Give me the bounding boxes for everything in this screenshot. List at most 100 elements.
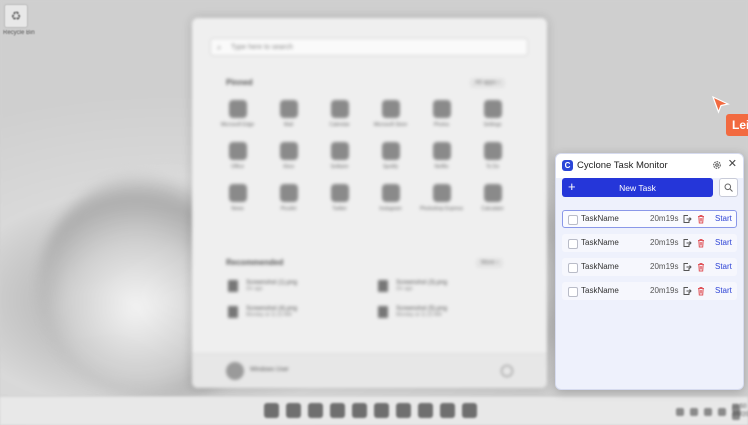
recommended-heading: Recommended bbox=[226, 258, 284, 267]
app-tile[interactable]: Microsoft Edge bbox=[212, 100, 263, 128]
export-icon[interactable] bbox=[682, 238, 692, 248]
chevron-up-icon[interactable] bbox=[676, 408, 684, 416]
system-tray: 11:50 AM 1/1/2024 bbox=[676, 404, 748, 420]
wifi-icon[interactable] bbox=[690, 408, 698, 416]
task-name: TaskName bbox=[581, 262, 619, 271]
task-checkbox[interactable] bbox=[568, 239, 578, 249]
file-explorer-icon[interactable] bbox=[374, 403, 389, 418]
app-tile[interactable]: News bbox=[212, 184, 263, 212]
app-tile[interactable]: Solitaire bbox=[314, 142, 365, 170]
app-icon bbox=[381, 184, 400, 202]
app-icon bbox=[432, 142, 451, 160]
recycle-bin-icon[interactable]: ♻ bbox=[4, 4, 28, 28]
app-icon bbox=[483, 100, 502, 118]
app-icon bbox=[432, 100, 451, 118]
app-icon bbox=[483, 184, 502, 202]
start-search-input[interactable]: ⌕ Type here to search bbox=[210, 38, 528, 56]
app-tile[interactable]: Instagram bbox=[365, 184, 416, 212]
recycle-bin-label: Recycle Bin bbox=[3, 30, 35, 36]
recommended-list: Screenshot (1).png 2m ago Screenshot (3).… bbox=[228, 280, 528, 318]
start-menu-footer: Windows User bbox=[192, 353, 547, 388]
mail-icon[interactable] bbox=[418, 403, 433, 418]
task-row[interactable]: TaskName 20m19s Start bbox=[562, 282, 737, 300]
close-icon[interactable]: ✕ bbox=[728, 159, 737, 170]
task-checkbox[interactable] bbox=[568, 287, 578, 297]
trash-icon[interactable] bbox=[696, 262, 706, 272]
avatar[interactable] bbox=[226, 362, 244, 380]
task-row[interactable]: TaskName 20m19s Start bbox=[562, 258, 737, 276]
app-tile[interactable]: Photos bbox=[416, 100, 467, 128]
app-tile[interactable]: Spotify bbox=[365, 142, 416, 170]
clock-time: 11:50 AM bbox=[732, 404, 747, 417]
taskbar-clock[interactable]: 11:50 AM 1/1/2024 bbox=[732, 404, 748, 420]
panel-header: C Cyclone Task Monitor ✕ bbox=[556, 154, 743, 178]
new-task-button[interactable]: + New Task bbox=[562, 178, 713, 197]
app-tile[interactable]: Mail bbox=[263, 100, 314, 128]
app-tile[interactable]: Microsoft Store bbox=[365, 100, 416, 128]
app-tile[interactable]: Netflix bbox=[416, 142, 467, 170]
task-row[interactable]: TaskName 20m19s Start bbox=[562, 234, 737, 252]
side-tag[interactable]: Lei bbox=[726, 114, 748, 136]
app-tile[interactable]: Twitter bbox=[314, 184, 365, 212]
file-icon bbox=[228, 280, 238, 292]
start-menu: ⌕ Type here to search Pinned All apps › … bbox=[192, 18, 547, 388]
trash-icon[interactable] bbox=[696, 238, 706, 248]
task-checkbox[interactable] bbox=[568, 263, 578, 273]
task-duration: 20m19s bbox=[650, 262, 679, 271]
app-tile[interactable]: To Do bbox=[467, 142, 518, 170]
all-apps-button[interactable]: All apps › bbox=[470, 78, 506, 88]
app-icon bbox=[432, 184, 451, 202]
export-icon[interactable] bbox=[682, 214, 692, 224]
export-icon[interactable] bbox=[682, 262, 692, 272]
app-tile[interactable]: Office bbox=[212, 142, 263, 170]
start-icon[interactable] bbox=[264, 403, 279, 418]
app-tile[interactable]: Settings bbox=[467, 100, 518, 128]
start-search-placeholder: Type here to search bbox=[231, 44, 293, 51]
search-icon bbox=[724, 183, 733, 192]
task-row[interactable]: TaskName 20m19s Start bbox=[562, 210, 737, 228]
task-name: TaskName bbox=[581, 238, 619, 247]
app-tile[interactable]: Photoshop Express bbox=[416, 184, 467, 212]
recommended-item[interactable]: Screenshot (3).png 2m ago bbox=[378, 280, 528, 292]
trash-icon[interactable] bbox=[696, 286, 706, 296]
export-icon[interactable] bbox=[682, 286, 692, 296]
clock-date: 1/1/2024 bbox=[732, 412, 748, 420]
trash-icon[interactable] bbox=[696, 214, 706, 224]
store-icon[interactable] bbox=[396, 403, 411, 418]
start-task-button[interactable]: Start bbox=[715, 214, 732, 223]
app-tile[interactable]: PicsArt bbox=[263, 184, 314, 212]
widgets-icon[interactable] bbox=[330, 403, 345, 418]
app-tile[interactable]: Xbox bbox=[263, 142, 314, 170]
photos-icon[interactable] bbox=[440, 403, 455, 418]
edge-icon[interactable] bbox=[352, 403, 367, 418]
battery-icon[interactable] bbox=[718, 408, 726, 416]
recommended-item[interactable]: Screenshot (1).png 2m ago bbox=[228, 280, 378, 292]
search-icon[interactable] bbox=[286, 403, 301, 418]
volume-icon[interactable] bbox=[704, 408, 712, 416]
plus-icon: + bbox=[568, 179, 576, 194]
app-icon bbox=[330, 100, 349, 118]
task-view-icon[interactable] bbox=[308, 403, 323, 418]
pinned-apps-grid: Microsoft Edge Mail Calendar Microsoft S… bbox=[212, 100, 518, 212]
settings-icon[interactable] bbox=[462, 403, 477, 418]
task-duration: 20m19s bbox=[650, 238, 679, 247]
app-tile[interactable]: Calendar bbox=[314, 100, 365, 128]
gear-icon[interactable] bbox=[712, 160, 722, 170]
start-task-button[interactable]: Start bbox=[715, 262, 732, 271]
search-button[interactable] bbox=[719, 178, 738, 197]
task-list: TaskName 20m19s Start TaskName 20m19s St… bbox=[562, 210, 737, 306]
task-monitor-panel: C Cyclone Task Monitor ✕ + New Task Task… bbox=[555, 153, 744, 390]
recommended-item[interactable]: Screenshot (5).png Monday at 11:22 AM bbox=[378, 306, 528, 318]
more-button[interactable]: More › bbox=[476, 258, 504, 268]
app-tile[interactable]: Calculator bbox=[467, 184, 518, 212]
power-icon[interactable] bbox=[501, 365, 513, 377]
app-icon bbox=[279, 142, 298, 160]
taskbar-apps bbox=[264, 403, 477, 418]
task-duration: 20m19s bbox=[650, 286, 679, 295]
start-task-button[interactable]: Start bbox=[715, 286, 732, 295]
pinned-heading: Pinned bbox=[226, 78, 253, 87]
start-task-button[interactable]: Start bbox=[715, 238, 732, 247]
cursor-arrow-icon bbox=[711, 95, 730, 114]
recommended-item[interactable]: Screenshot (4).png Monday at 11:22 AM bbox=[228, 306, 378, 318]
task-checkbox[interactable] bbox=[568, 215, 578, 225]
